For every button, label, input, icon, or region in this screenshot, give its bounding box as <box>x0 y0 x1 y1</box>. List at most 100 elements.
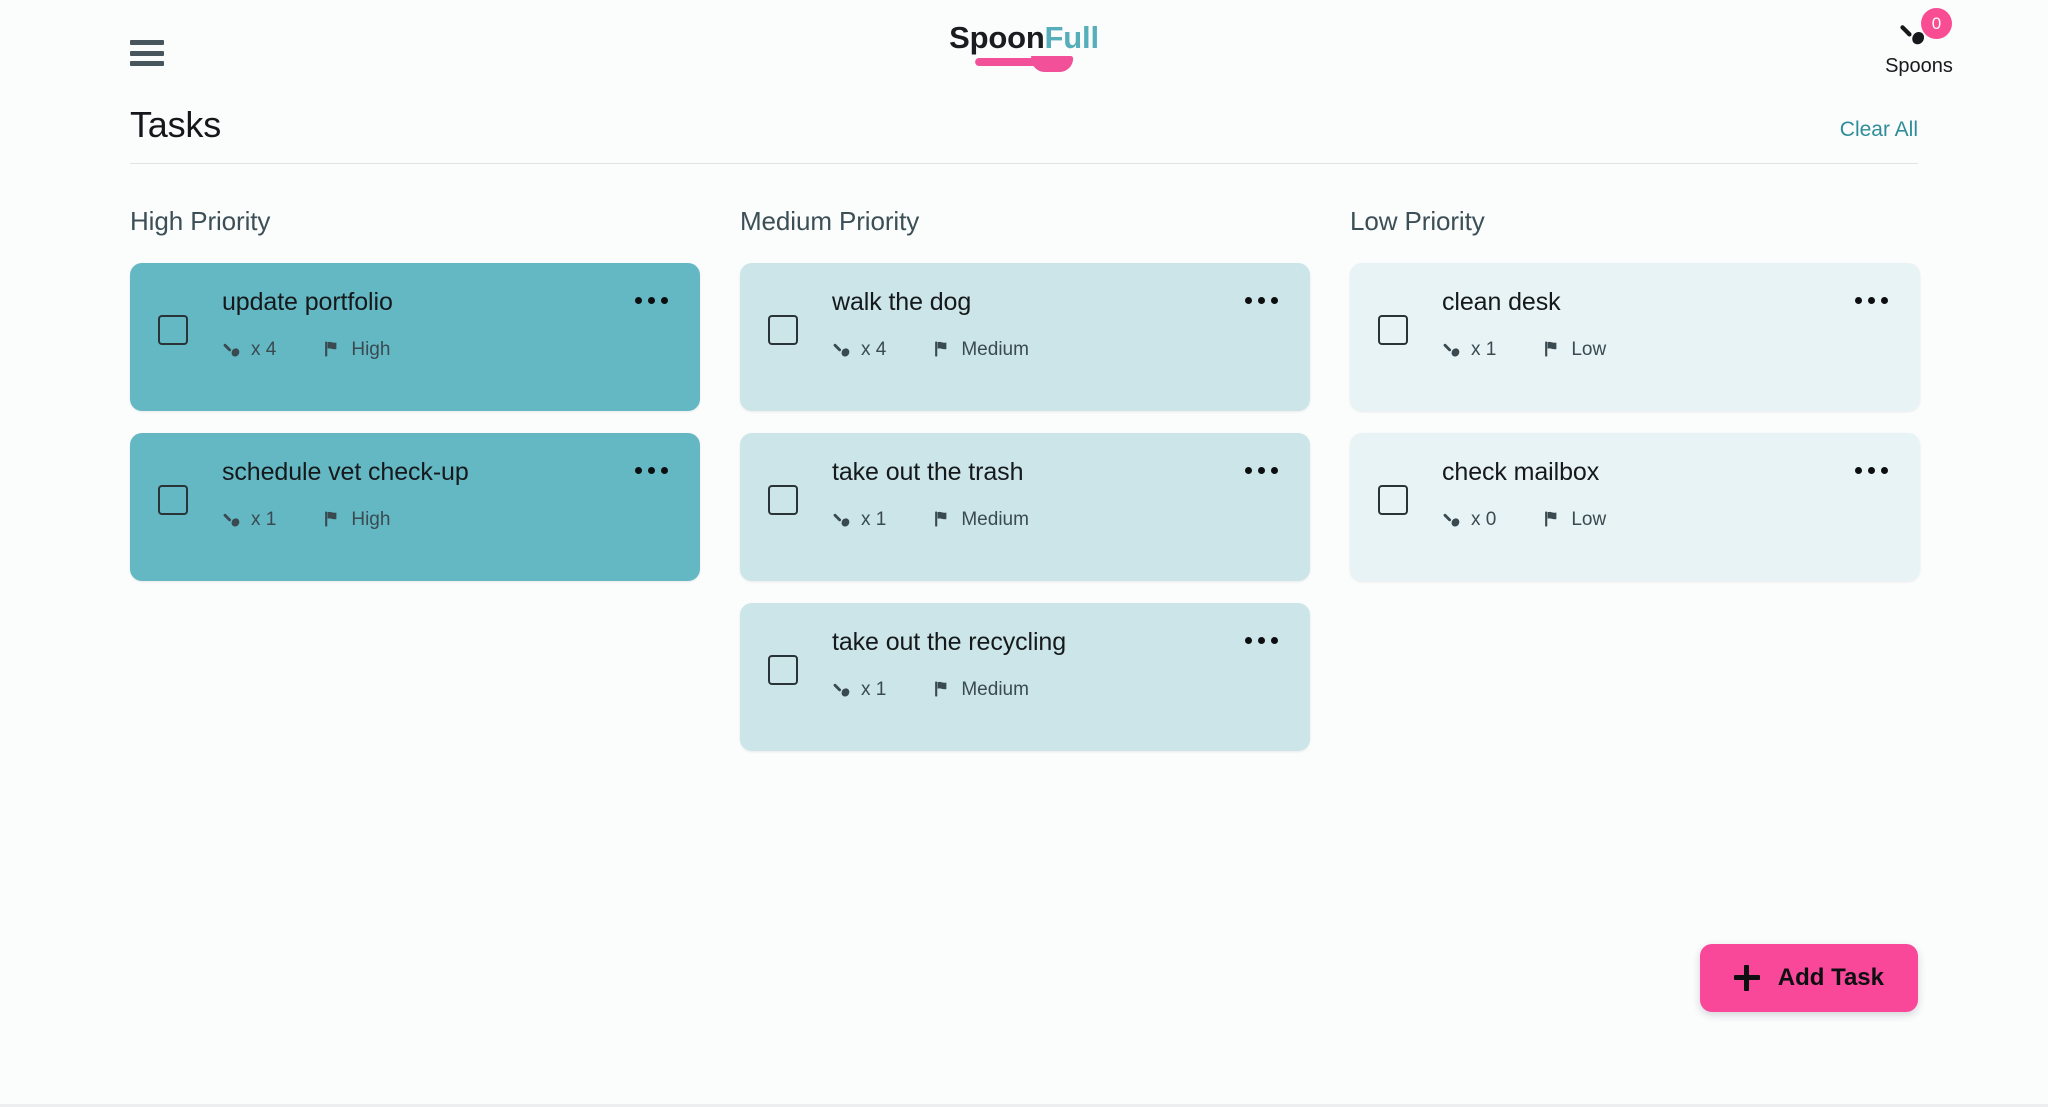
task-spoon-cost: x 0 <box>1442 509 1496 529</box>
task-card[interactable]: clean desk x 1 Low <box>1350 263 1920 411</box>
overflow-menu-icon[interactable] <box>1849 291 1894 310</box>
task-title: schedule vet check-up <box>222 458 469 486</box>
spoon-icon <box>223 513 240 527</box>
task-priority: High <box>322 339 390 359</box>
menu-dot <box>635 297 642 304</box>
task-body: schedule vet check-up x 1 High <box>188 457 672 529</box>
spoons-label: Spoons <box>1885 55 1953 77</box>
task-card[interactable]: take out the trash x 1 Medium <box>740 433 1310 581</box>
spoon-icon <box>833 343 850 357</box>
task-checkbox[interactable] <box>768 485 798 515</box>
spoons-counter[interactable]: 0 Spoons <box>1864 8 1974 78</box>
task-body: check mailbox x 0 Low <box>1408 457 1892 529</box>
top-bar: SpoonFull 0 Spoons <box>0 0 2048 104</box>
hamburger-menu-icon[interactable] <box>130 40 164 66</box>
spoon-icon <box>223 343 240 357</box>
task-meta: x 1 Medium <box>832 509 1282 529</box>
task-priority: Low <box>1542 339 1606 359</box>
menu-dot <box>1258 467 1265 474</box>
task-priority: Low <box>1542 509 1606 529</box>
task-title: take out the trash <box>832 458 1024 486</box>
task-priority: Medium <box>932 679 1029 699</box>
flag-icon <box>935 341 947 357</box>
overflow-menu-icon[interactable] <box>629 291 674 310</box>
spoon-icon <box>1443 343 1460 357</box>
task-spoon-cost: x 1 <box>832 679 886 699</box>
page-title: Tasks <box>130 104 222 145</box>
spoon-icon <box>833 683 850 697</box>
task-spoon-cost: x 4 <box>222 339 276 359</box>
task-title: walk the dog <box>832 288 972 316</box>
task-card[interactable]: walk the dog x 4 Medium <box>740 263 1310 411</box>
task-body: clean desk x 1 Low <box>1408 287 1892 359</box>
task-meta: x 1 High <box>222 509 672 529</box>
overflow-menu-icon[interactable] <box>1239 631 1284 650</box>
column-title-high: High Priority <box>130 206 271 236</box>
task-meta: x 4 High <box>222 339 672 359</box>
hamburger-line <box>130 50 164 56</box>
menu-dot <box>1258 297 1265 304</box>
brand-logo[interactable]: SpoonFull <box>949 22 1099 72</box>
task-card[interactable]: update portfolio x 4 High <box>130 263 700 411</box>
menu-dot <box>1868 467 1875 474</box>
hamburger-line <box>130 61 164 66</box>
task-meta: x 1 Low <box>1442 339 1892 359</box>
task-body: take out the recycling x 1 Medium <box>798 627 1282 699</box>
menu-dot <box>1245 637 1252 644</box>
menu-dot <box>1855 467 1862 474</box>
task-spoon-count: x 0 <box>1471 508 1497 530</box>
spoon-swoosh-icon <box>974 56 1073 72</box>
task-checkbox[interactable] <box>768 655 798 685</box>
clear-all-button[interactable]: Clear All <box>1840 118 1918 146</box>
column-high: High Priority update portfolio x 4 High sche… <box>130 206 700 773</box>
task-priority: Medium <box>932 339 1029 359</box>
task-card[interactable]: take out the recycling x 1 Medium <box>740 603 1310 751</box>
task-checkbox[interactable] <box>158 315 188 345</box>
menu-dot <box>648 297 655 304</box>
menu-dot <box>648 467 655 474</box>
task-card[interactable]: schedule vet check-up x 1 High <box>130 433 700 581</box>
task-spoon-cost: x 1 <box>1442 339 1496 359</box>
task-checkbox[interactable] <box>1378 315 1408 345</box>
task-body: walk the dog x 4 Medium <box>798 287 1282 359</box>
overflow-menu-icon[interactable] <box>1239 291 1284 310</box>
menu-dot <box>1855 297 1862 304</box>
overflow-menu-icon[interactable] <box>629 461 674 480</box>
task-spoon-cost: x 4 <box>832 339 886 359</box>
flag-icon <box>935 511 947 527</box>
menu-dot <box>1271 637 1278 644</box>
column-title-low: Low Priority <box>1350 206 1485 236</box>
task-priority: Medium <box>932 509 1029 529</box>
task-checkbox[interactable] <box>1378 485 1408 515</box>
task-priority-label: High <box>351 508 391 530</box>
task-card[interactable]: check mailbox x 0 Low <box>1350 433 1920 581</box>
column-low: Low Priority clean desk x 1 Low check mailbo… <box>1350 206 1920 773</box>
flag-icon <box>325 341 337 357</box>
menu-dot <box>1271 467 1278 474</box>
task-priority: High <box>322 509 390 529</box>
task-priority-label: Medium <box>961 508 1029 530</box>
task-spoon-cost: x 1 <box>832 509 886 529</box>
overflow-menu-icon[interactable] <box>1239 461 1284 480</box>
task-priority-label: Medium <box>961 678 1029 700</box>
menu-dot <box>1881 467 1888 474</box>
overflow-menu-icon[interactable] <box>1849 461 1894 480</box>
menu-dot <box>1245 297 1252 304</box>
add-task-button[interactable]: Add Task <box>1699 944 1918 1012</box>
task-spoon-count: x 1 <box>861 678 887 700</box>
task-priority-label: Medium <box>961 338 1029 360</box>
task-checkbox[interactable] <box>158 485 188 515</box>
spoon-icon <box>833 513 850 527</box>
task-meta: x 1 Medium <box>832 679 1282 699</box>
task-title: take out the recycling <box>832 628 1067 656</box>
menu-dot <box>1271 297 1278 304</box>
task-checkbox[interactable] <box>768 315 798 345</box>
task-meta: x 4 Medium <box>832 339 1282 359</box>
menu-dot <box>1868 297 1875 304</box>
task-spoon-count: x 4 <box>251 338 277 360</box>
task-spoon-count: x 1 <box>251 508 277 530</box>
task-title: update portfolio <box>222 288 393 316</box>
flag-icon <box>1545 511 1557 527</box>
brand-wordmark: SpoonFull <box>949 22 1099 53</box>
menu-dot <box>661 297 668 304</box>
